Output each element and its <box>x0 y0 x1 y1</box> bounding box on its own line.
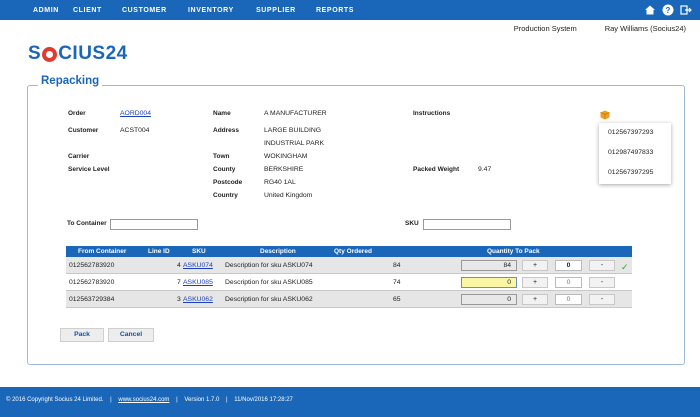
footer-site-link[interactable]: www.socius24.com <box>118 397 169 403</box>
user-name[interactable]: Ray Williams (Socius24) <box>605 24 686 33</box>
header-qty-ordered[interactable]: Qty Ordered <box>334 248 372 255</box>
footer: © 2016 Copyright Socius 24 Limited. | ww… <box>0 387 700 417</box>
header-sku[interactable]: SKU <box>192 248 206 255</box>
packed-count: 0 <box>555 260 582 271</box>
footer-divider: | <box>176 397 178 403</box>
company-logo: S CIUS24 <box>28 43 128 65</box>
country-value: United Kingdom <box>264 192 313 199</box>
nav-reports[interactable]: REPORTS <box>316 7 354 14</box>
packed-weight-label: Packed Weight <box>413 166 460 173</box>
container-dropdown-list: 012567397293 012987497833 012567397295 <box>599 123 671 184</box>
increment-button[interactable]: + <box>522 294 548 305</box>
cell-qty-ordered: 74 <box>393 279 401 286</box>
table-row: 012563729384 3 ASKU062 Description for s… <box>66 291 632 308</box>
nav-client[interactable]: CLIENT <box>73 7 102 14</box>
address-line2: INDUSTRIAL PARK <box>264 140 325 147</box>
sku-label: SKU <box>405 220 419 227</box>
customer-value: ACST004 <box>120 127 150 134</box>
footer-datetime: 11/Nov/2016 17:28:27 <box>234 397 293 403</box>
panel-title: Repacking <box>38 75 103 87</box>
repack-table: From Container Line ID SKU Description Q… <box>66 246 632 308</box>
container-option[interactable]: 012987497833 <box>599 143 671 163</box>
system-name: Production System <box>513 24 577 33</box>
quantity-to-pack-field[interactable]: 0 <box>461 277 517 288</box>
decrement-button[interactable]: - <box>589 294 615 305</box>
table-row: 012562783920 7 ASKU085 Description for s… <box>66 274 632 291</box>
county-value: BERKSHIRE <box>264 166 304 173</box>
increment-button[interactable]: + <box>522 277 548 288</box>
logout-icon[interactable] <box>679 3 692 16</box>
address-line1: LARGE BUILDING <box>264 127 322 134</box>
cancel-button[interactable]: Cancel <box>108 328 154 342</box>
cell-from-container: 012563729384 <box>69 296 115 303</box>
to-container-label: To Container <box>67 220 107 227</box>
header-line-id[interactable]: Line ID <box>148 248 170 255</box>
top-nav: ADMIN CLIENT CUSTOMER INVENTORY SUPPLIER… <box>0 0 700 20</box>
postcode-value: RG40 1AL <box>264 179 296 186</box>
header-description[interactable]: Description <box>260 248 296 255</box>
to-container-input[interactable] <box>110 219 198 230</box>
town-label: Town <box>213 153 230 160</box>
town-value: WOKINGHAM <box>264 153 308 160</box>
cell-qty-ordered: 65 <box>393 296 401 303</box>
packed-count: 0 <box>555 294 582 305</box>
customer-label: Customer <box>68 127 99 134</box>
nav-admin[interactable]: ADMIN <box>33 7 59 14</box>
home-icon[interactable] <box>643 3 656 16</box>
country-label: Country <box>213 192 238 199</box>
footer-copyright: © 2016 Copyright Socius 24 Limited. <box>6 397 104 403</box>
decrement-button[interactable]: - <box>589 277 615 288</box>
help-icon[interactable]: ? <box>661 3 674 16</box>
cell-description: Description for sku ASKU085 <box>225 279 313 286</box>
package-icon[interactable] <box>600 110 610 120</box>
nav-supplier[interactable]: SUPPLIER <box>256 7 296 14</box>
cell-line-id: 3 <box>177 296 181 303</box>
table-header: From Container Line ID SKU Description Q… <box>66 246 632 257</box>
header-from-container[interactable]: From Container <box>78 248 126 255</box>
logo-text-end: CIUS24 <box>58 43 128 64</box>
cell-sku-link[interactable]: ASKU062 <box>183 296 213 303</box>
order-link[interactable]: AORD004 <box>120 110 151 117</box>
container-option[interactable]: 012567397293 <box>599 123 671 143</box>
service-level-label: Service Level <box>68 166 110 173</box>
cell-description: Description for sku ASKU074 <box>225 262 313 269</box>
packed-count: 0 <box>555 277 582 288</box>
instructions-label: Instructions <box>413 110 451 117</box>
cell-sku-link[interactable]: ASKU074 <box>183 262 213 269</box>
name-label: Name <box>213 110 231 117</box>
table-row: 012562783920 4 ASKU074 Description for s… <box>66 257 632 274</box>
nav-customer[interactable]: CUSTOMER <box>122 7 167 14</box>
header-quantity-to-pack[interactable]: Quantity To Pack <box>487 248 540 255</box>
cell-description: Description for sku ASKU062 <box>225 296 313 303</box>
cell-qty-ordered: 84 <box>393 262 401 269</box>
quantity-to-pack-field[interactable]: 84 <box>461 260 517 271</box>
cell-sku-link[interactable]: ASKU085 <box>183 279 213 286</box>
footer-divider: | <box>226 397 228 403</box>
name-value: A MANUFACTURER <box>264 110 327 117</box>
carrier-label: Carrier <box>68 153 90 160</box>
container-option[interactable]: 012567397295 <box>599 163 671 183</box>
county-label: County <box>213 166 236 173</box>
cell-line-id: 7 <box>177 279 181 286</box>
address-label: Address <box>213 127 240 134</box>
system-bar: Production System Ray Williams (Socius24… <box>514 24 686 33</box>
svg-text:?: ? <box>665 6 670 15</box>
footer-divider: | <box>110 397 112 403</box>
sku-input[interactable] <box>423 219 511 230</box>
pack-button[interactable]: Pack <box>60 328 104 342</box>
postcode-label: Postcode <box>213 179 243 186</box>
order-label: Order <box>68 110 86 117</box>
quantity-to-pack-field[interactable]: 0 <box>461 294 517 305</box>
decrement-button[interactable]: - <box>589 260 615 271</box>
cell-line-id: 4 <box>177 262 181 269</box>
cell-from-container: 012562783920 <box>69 262 115 269</box>
packed-weight-value: 9.47 <box>478 166 492 173</box>
increment-button[interactable]: + <box>522 260 548 271</box>
footer-version: Version 1.7.0 <box>184 397 220 403</box>
nav-inventory[interactable]: INVENTORY <box>188 7 234 14</box>
check-icon: ✓ <box>621 262 629 272</box>
logo-mark-icon <box>42 46 58 62</box>
cell-from-container: 012562783920 <box>69 279 115 286</box>
logo-text-start: S <box>28 43 42 64</box>
